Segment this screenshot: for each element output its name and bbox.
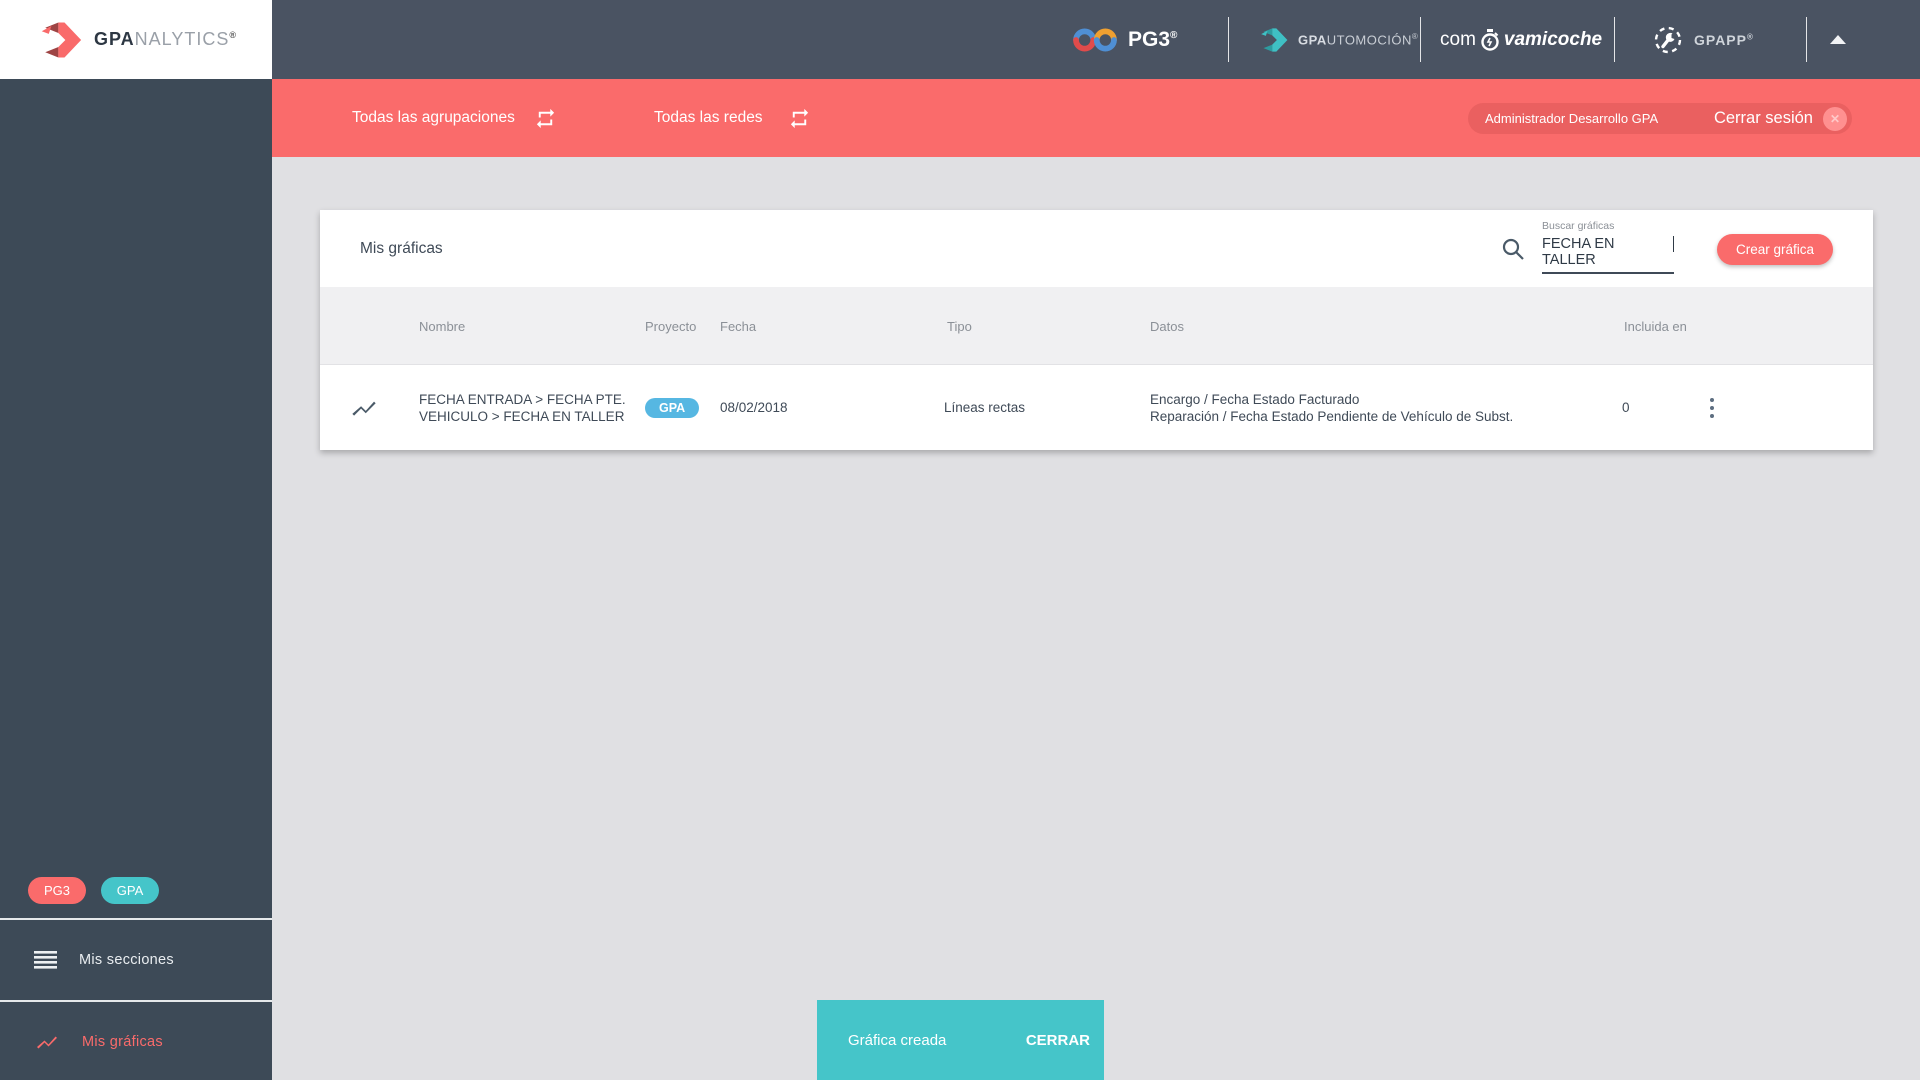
top-bar: PG3® GPAUTOMOCIÓN® com vamicoche GPAPP® [272, 0, 1920, 79]
app-pg3[interactable]: PG3® [1072, 0, 1177, 79]
current-user-label: Administrador Desarrollo GPA [1485, 111, 1659, 126]
my-charts-card: Mis gráficas Buscar gráficas FECHA EN TA… [320, 210, 1873, 450]
gpapp-label: GPAPP® [1694, 31, 1754, 48]
gpautomocion-arrow-icon [1260, 26, 1288, 54]
app-comprovamicoche[interactable]: com vamicoche [1440, 0, 1602, 79]
groupings-swap-icon[interactable] [534, 79, 557, 157]
chart-name: FECHA ENTRADA > FECHA PTE. VEHICULO > FE… [419, 391, 626, 424]
toast-close-button[interactable]: CERRAR [1026, 1032, 1104, 1049]
topbar-divider [1420, 17, 1421, 62]
page-title: Mis gráficas [360, 239, 443, 257]
groupings-selector[interactable]: Todas las agrupaciones [352, 79, 515, 157]
col-header-name: Nombre [419, 318, 466, 334]
card-header: Mis gráficas Buscar gráficas FECHA EN TA… [320, 210, 1873, 287]
filter-bar: Todas las agrupaciones Todas las redes A… [272, 79, 1920, 157]
topbar-divider [1228, 17, 1229, 62]
brand-header: GPANALYTICS® [0, 0, 272, 79]
pg3-infinity-icon [1072, 25, 1118, 55]
col-header-included: Incluida en [1624, 318, 1687, 334]
toast-message: Gráfica creada [848, 1031, 947, 1049]
badge-gpa[interactable]: GPA [101, 877, 159, 904]
type-cell: Líneas rectas [944, 400, 1026, 415]
project-badge: GPA [645, 397, 700, 418]
line-chart-icon [350, 365, 378, 450]
sections-list-icon [34, 950, 57, 970]
gpautomocion-label: GPAUTOMOCIÓN® [1298, 31, 1419, 48]
pg3-label: PG3® [1128, 27, 1178, 51]
comprovamicoche-label: com vamicoche [1440, 28, 1603, 52]
gpanalytics-arrow-icon [40, 20, 82, 60]
logout-button[interactable]: Cerrar sesión [1714, 109, 1813, 128]
search-input-label: Buscar gráficas [1542, 220, 1615, 232]
snackbar-toast: Gráfica creada CERRAR [817, 1000, 1104, 1080]
table-header-row: Nombre Proyecto Fecha Tipo Datos Incluid… [320, 287, 1873, 365]
collapse-topbar-button[interactable] [1830, 0, 1846, 79]
networks-selector[interactable]: Todas las redes [654, 79, 763, 157]
topbar-divider [1614, 17, 1615, 62]
text-caret [1672, 236, 1674, 252]
logout-close-icon[interactable]: ✕ [1823, 106, 1847, 131]
user-session-pill: Administrador Desarrollo GPA Cerrar sesi… [1468, 103, 1852, 134]
badge-pg3[interactable]: PG3 [28, 877, 86, 904]
app-gpapp[interactable]: GPAPP® [1652, 0, 1754, 79]
stopwatch-icon [1479, 28, 1501, 52]
sidebar-badges: PG3 GPA [28, 877, 159, 904]
search-area: Buscar gráficas FECHA EN TALLER [1500, 210, 1750, 287]
kebab-menu-icon[interactable] [1704, 392, 1720, 424]
networks-swap-icon[interactable] [788, 79, 811, 157]
line-chart-icon [34, 1030, 60, 1054]
gpanalytics-logo-text: GPANALYTICS® [94, 29, 237, 49]
included-in-cell: 0 [1622, 400, 1630, 415]
data-cell: Encargo / Fecha Estado Facturado Reparac… [1150, 391, 1514, 424]
col-header-date: Fecha [720, 318, 757, 334]
topbar-divider [1806, 17, 1807, 62]
sidebar-item-mis-secciones[interactable]: Mis secciones [0, 920, 272, 1000]
create-chart-button[interactable]: Crear gráfica [1717, 234, 1833, 265]
project-cell: GPA [645, 365, 700, 450]
chevron-up-icon [1830, 35, 1846, 44]
col-header-project: Proyecto [645, 318, 697, 334]
row-menu[interactable] [1704, 365, 1720, 450]
col-header-type: Tipo [947, 318, 972, 334]
sidebar-item-mis-graficas[interactable]: Mis gráficas [0, 1002, 272, 1080]
search-icon [1500, 236, 1526, 262]
col-header-data: Datos [1150, 318, 1184, 334]
table-row[interactable]: FECHA ENTRADA > FECHA PTE. VEHICULO > FE… [320, 365, 1873, 450]
search-input[interactable]: FECHA EN TALLER [1542, 234, 1674, 274]
app-gpautomocion[interactable]: GPAUTOMOCIÓN® [1260, 0, 1418, 79]
sidebar: PG3 GPA Mis secciones Mis gráficas [0, 79, 272, 1080]
gpapp-wrench-icon [1652, 24, 1684, 56]
date-cell: 08/02/2018 [720, 400, 788, 415]
